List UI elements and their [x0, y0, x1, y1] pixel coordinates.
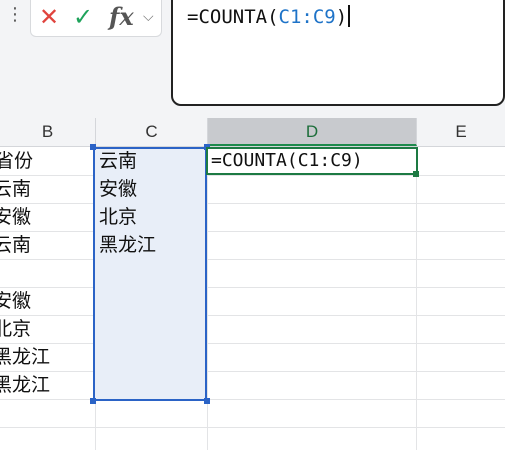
cell-grid [0, 147, 505, 450]
enter-icon[interactable]: ✓ [73, 3, 93, 31]
grid-line [0, 231, 505, 232]
range-handle[interactable] [90, 398, 96, 404]
formula-suffix: ) [335, 6, 348, 28]
cell-c4[interactable]: 黑龙江 [99, 231, 156, 259]
formula-reference: C1:C9 [278, 6, 336, 28]
grid-line [0, 427, 505, 428]
more-icon[interactable]: ⋮ [6, 6, 24, 28]
cell-b8[interactable]: 黑龙江 [0, 343, 50, 371]
formula-input[interactable]: =COUNTA(C1:C9) [171, 0, 505, 106]
grid-line [416, 147, 417, 450]
grid-line [0, 175, 505, 176]
cell-b3[interactable]: 安徽 [0, 203, 31, 231]
formula-prefix: =COUNTA( [187, 6, 279, 28]
cell-b9[interactable]: 黑龙江 [0, 371, 50, 399]
column-header-c[interactable]: C [96, 118, 208, 146]
formula-text: =COUNTA(C1:C9) [187, 5, 351, 28]
column-header-e[interactable]: E [417, 118, 505, 146]
column-header-row: B C D E [0, 118, 505, 147]
chevron-down-icon[interactable]: ⌵ [143, 9, 154, 25]
grid-line [0, 203, 505, 204]
grid-line [207, 147, 208, 450]
fill-handle[interactable] [413, 171, 419, 177]
range-handle[interactable] [204, 398, 210, 404]
column-header-b[interactable]: B [0, 118, 96, 146]
cell-b6[interactable]: 安徽 [0, 287, 31, 315]
cell-b4[interactable]: 云南 [0, 231, 31, 259]
grid-line [0, 259, 505, 260]
grid-line [0, 371, 505, 372]
active-cell-content: =COUNTA(C1:C9) [211, 150, 363, 171]
grid-line [0, 315, 505, 316]
cell-c2[interactable]: 安徽 [99, 175, 137, 203]
column-header-d[interactable]: D [208, 118, 417, 146]
cell-c3[interactable]: 北京 [99, 203, 137, 231]
fx-icon[interactable]: fx [109, 3, 134, 31]
grid-line [0, 287, 505, 288]
formula-actions: ✕ ✓ fx ⌵ [30, 0, 162, 37]
cell-c1[interactable]: 云南 [99, 147, 137, 175]
formula-bar: ⋮ ✕ ✓ fx ⌵ =COUNTA(C1:C9) [0, 0, 505, 118]
range-handle[interactable] [90, 144, 96, 150]
cell-b1[interactable]: 省份 [0, 147, 33, 175]
cell-b7[interactable]: 北京 [0, 315, 31, 343]
cell-b2[interactable]: 云南 [0, 175, 31, 203]
cancel-icon[interactable]: ✕ [39, 3, 59, 31]
grid-line [0, 343, 505, 344]
grid-line [0, 399, 505, 400]
text-cursor [348, 5, 351, 27]
